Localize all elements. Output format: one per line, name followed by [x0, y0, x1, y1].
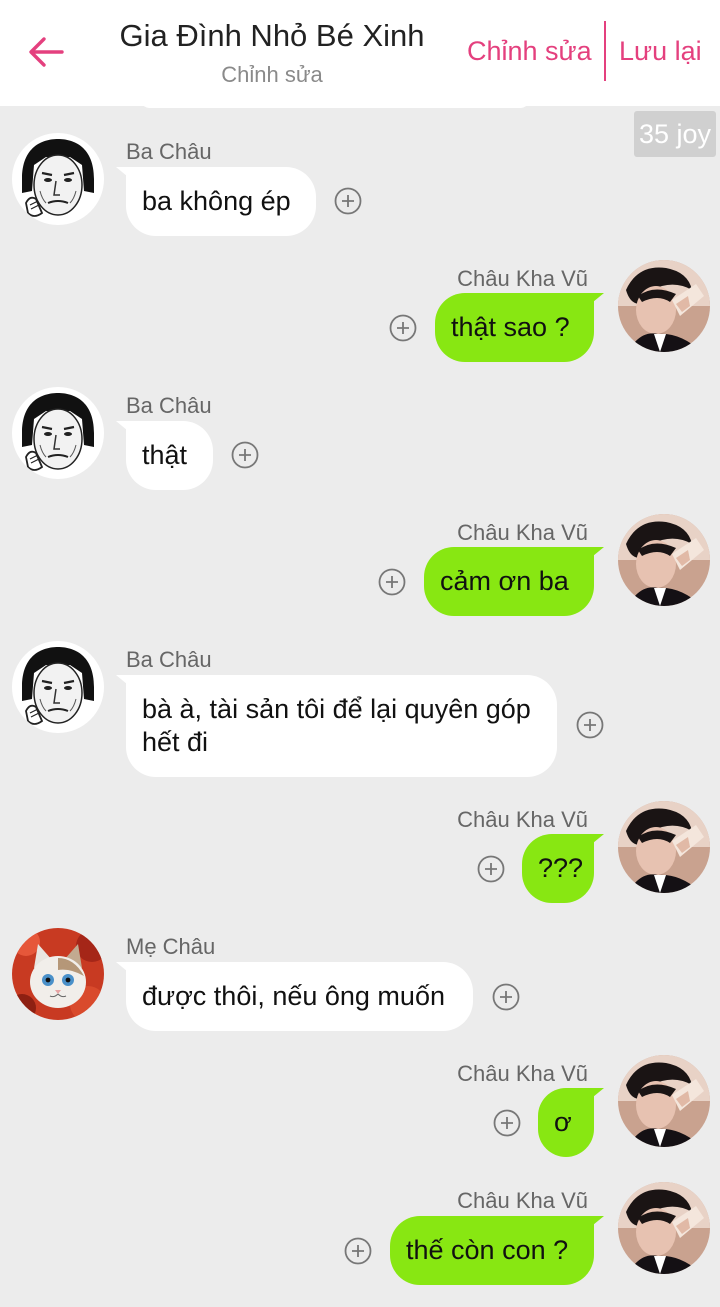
add-reaction-icon[interactable] [493, 1109, 521, 1137]
sender-name: Ba Châu [126, 393, 212, 418]
header-divider [604, 21, 606, 81]
add-reaction-icon[interactable] [344, 1237, 372, 1265]
sender-name: Châu Kha Vũ [457, 520, 588, 545]
user-photo-icon [618, 514, 710, 606]
message-bubble[interactable]: thật sao ? [435, 293, 594, 362]
user-photo-icon [618, 1182, 710, 1274]
message-bubble[interactable]: được thôi, nếu ông muốn [126, 962, 473, 1031]
add-reaction-icon[interactable] [378, 568, 406, 596]
meme-face-icon [12, 133, 104, 225]
chat-subtitle: Chỉnh sửa [221, 62, 323, 87]
message-bubble[interactable]: ơ [538, 1088, 594, 1157]
sender-avatar[interactable] [618, 1055, 710, 1147]
meme-face-icon [12, 387, 104, 479]
add-reaction-icon[interactable] [389, 314, 417, 342]
back-button[interactable] [22, 28, 70, 76]
sender-avatar[interactable] [12, 641, 104, 733]
sender-name: Ba Châu [126, 647, 212, 672]
save-button[interactable]: Lưu lại [619, 36, 702, 67]
joy-badge: 35 joy [634, 111, 716, 157]
sender-name: Châu Kha Vũ [457, 1061, 588, 1086]
message-bubble[interactable]: ba không ép [126, 167, 316, 236]
sender-avatar[interactable] [12, 133, 104, 225]
add-reaction-icon[interactable] [231, 441, 259, 469]
message-bubble[interactable]: cảm ơn ba [424, 547, 594, 616]
message-bubble[interactable]: ??? [522, 834, 594, 903]
add-reaction-icon[interactable] [576, 711, 604, 739]
sender-name: Châu Kha Vũ [457, 807, 588, 832]
add-reaction-icon[interactable] [334, 187, 362, 215]
chat-title: Gia Đình Nhỏ Bé Xinh [119, 18, 425, 53]
sender-avatar[interactable] [618, 1182, 710, 1274]
message-bubble[interactable]: thế còn con ? [390, 1216, 594, 1285]
add-reaction-icon[interactable] [477, 855, 505, 883]
sender-avatar[interactable] [12, 928, 104, 1020]
app-header: Gia Đình Nhỏ Bé Xinh Chỉnh sửa Chỉnh sửa… [0, 0, 720, 106]
sender-name: Châu Kha Vũ [457, 266, 588, 291]
sender-name: Châu Kha Vũ [457, 1188, 588, 1213]
meme-face-icon [12, 641, 104, 733]
message-bubble[interactable]: bà à, tài sản tôi để lại quyên góp hết đ… [126, 675, 557, 777]
sender-avatar[interactable] [618, 514, 710, 606]
sender-name: Ba Châu [126, 139, 212, 164]
user-photo-icon [618, 1055, 710, 1147]
back-arrow-icon [29, 37, 64, 67]
edit-button[interactable]: Chỉnh sửa [467, 36, 592, 67]
user-photo-icon [618, 801, 710, 893]
sender-avatar[interactable] [618, 260, 710, 352]
sender-name: Mẹ Châu [126, 934, 216, 959]
sender-avatar[interactable] [618, 801, 710, 893]
sender-avatar[interactable] [12, 387, 104, 479]
add-reaction-icon[interactable] [492, 983, 520, 1011]
cat-photo-icon [12, 928, 104, 1020]
message-bubble[interactable]: thật [126, 421, 213, 490]
user-photo-icon [618, 260, 710, 352]
